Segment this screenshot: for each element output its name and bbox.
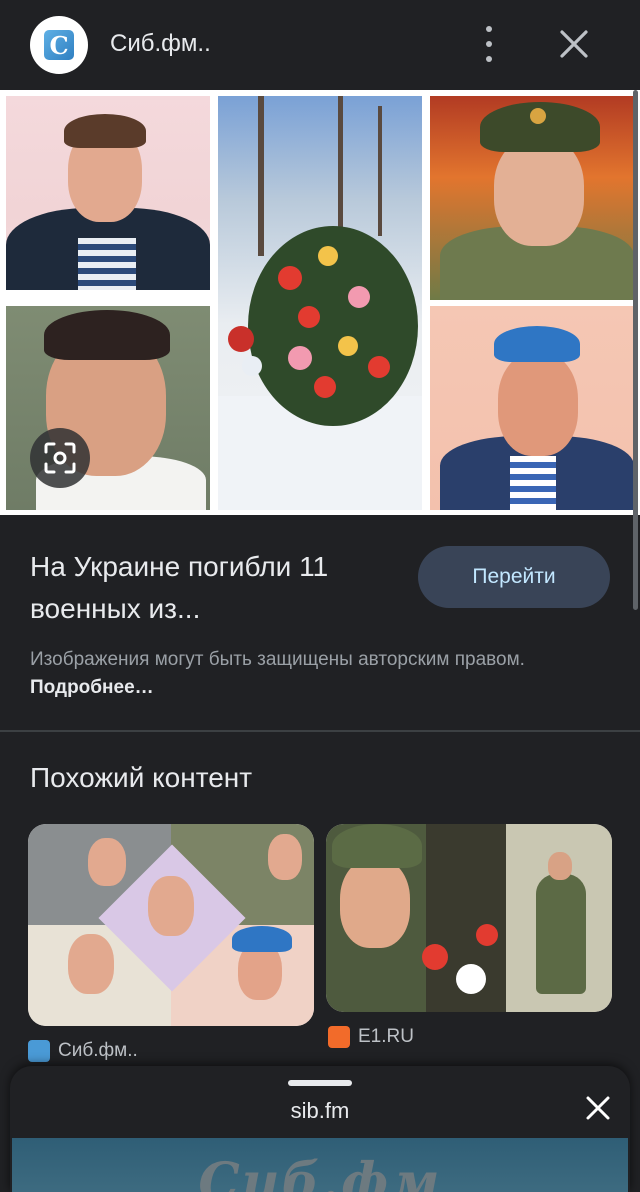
scrollbar[interactable] — [633, 90, 638, 610]
similar-source-label: E1.RU — [358, 1026, 414, 1047]
similar-image-card[interactable] — [326, 824, 612, 1012]
lens-search-icon[interactable] — [30, 428, 90, 488]
copyright-text: Изображения могут быть защищены авторски… — [30, 649, 525, 670]
portrait-photo — [430, 96, 634, 300]
divider — [0, 730, 640, 732]
more-vert-icon[interactable] — [472, 26, 506, 62]
similar-source-label: Сиб.фм.. — [58, 1040, 138, 1061]
portrait-photo — [6, 96, 210, 290]
website-preview[interactable]: Сиб.фм — [12, 1138, 628, 1192]
site-logo[interactable]: С — [30, 16, 88, 74]
viewer-header: С Сиб.фм.. — [0, 0, 640, 90]
memorial-photo — [218, 96, 422, 510]
go-button[interactable]: Перейти — [418, 546, 610, 608]
drag-handle[interactable] — [288, 1080, 352, 1086]
portrait-photo — [430, 306, 634, 510]
close-icon[interactable] — [556, 24, 592, 64]
close-icon[interactable] — [584, 1094, 612, 1122]
portrait-photo — [6, 306, 210, 510]
site-name[interactable]: Сиб.фм.. — [110, 30, 211, 58]
site-logo-icon: С — [44, 30, 74, 60]
preview-brand-logo: Сиб.фм — [198, 1152, 442, 1192]
similar-source[interactable]: E1.RU — [328, 1026, 414, 1048]
site-favicon-icon — [328, 1026, 350, 1048]
page-title: На Украине погибли 11 военных из... — [30, 551, 329, 624]
main-image[interactable] — [0, 90, 640, 515]
similar-source[interactable]: Сиб.фм.. — [28, 1040, 138, 1062]
similar-image-card[interactable] — [28, 824, 314, 1026]
website-preview-sheet: sib.fm Сиб.фм — [10, 1066, 630, 1192]
similar-content-title: Похожий контент — [30, 762, 253, 793]
sheet-domain: sib.fm — [290, 1098, 350, 1123]
learn-more-link[interactable]: Подробнее… — [30, 677, 154, 698]
site-favicon-icon — [28, 1040, 50, 1062]
image-viewer-page: С Сиб.фм.. На Украине погибли 11 военных… — [0, 0, 640, 1192]
copyright-notice: Изображения могут быть защищены авторски… — [30, 646, 590, 702]
